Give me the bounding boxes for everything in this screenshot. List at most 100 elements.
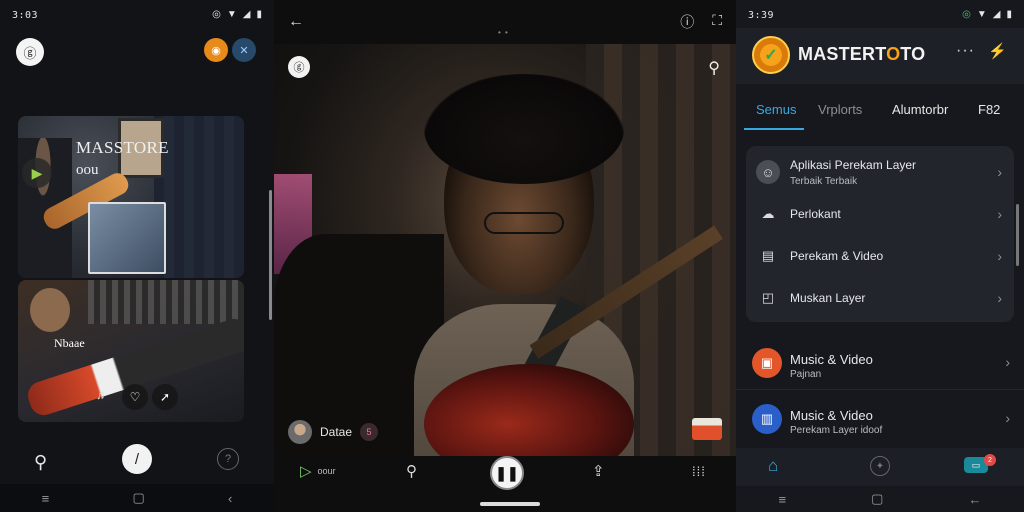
back-icon[interactable]: ‹ bbox=[228, 491, 232, 506]
home-button-icon[interactable]: ▢ bbox=[871, 491, 883, 507]
notification-icon: ◎ bbox=[212, 9, 221, 20]
search-icon[interactable]: ⚲ bbox=[406, 462, 417, 480]
wifi-icon: ▼ bbox=[976, 9, 987, 20]
music-note-icon: ♫ bbox=[96, 388, 105, 402]
wifi-icon: ▼ bbox=[226, 9, 237, 20]
menu-icon[interactable]: ≡ bbox=[779, 492, 787, 507]
tab-3[interactable]: Alumtorbr bbox=[892, 102, 948, 117]
like-icon[interactable]: ♡ bbox=[122, 384, 148, 410]
nav-item-label: oour bbox=[317, 466, 336, 476]
battery-icon: ▮ bbox=[1006, 9, 1012, 20]
status-bar: 3:39 ◎ ▼ ◢ ▮ bbox=[736, 0, 1024, 30]
user-icon[interactable]: ⚲ bbox=[34, 452, 47, 473]
chevron-right-icon: › bbox=[997, 206, 1002, 222]
chevron-right-icon: › bbox=[1005, 354, 1010, 370]
document-icon: ▤ bbox=[761, 248, 775, 263]
amp-box bbox=[692, 418, 722, 440]
back-arrow-icon[interactable]: ← bbox=[288, 13, 304, 31]
list-item-label: Music & Video bbox=[790, 352, 873, 367]
search-icon[interactable]: ⚲ bbox=[708, 58, 720, 78]
app-header: ✓ MASTERTOTO ··· ⚡ bbox=[736, 28, 1024, 84]
right-screen: 3:39 ◎ ▼ ◢ ▮ ✓ MASTERTOTO ··· ⚡ Semus Vr… bbox=[736, 0, 1024, 512]
menu-card: ☺ Aplikasi Perekam Layer Terbaik Terbaik… bbox=[746, 146, 1014, 322]
back-icon[interactable]: ← bbox=[968, 492, 981, 507]
scrollbar[interactable] bbox=[1016, 204, 1019, 266]
status-time: 3:03 bbox=[12, 9, 39, 21]
list-item[interactable]: ▣ Music & Video Pajnan › bbox=[736, 336, 1024, 390]
system-nav: ≡ ▢ ← bbox=[736, 486, 1024, 512]
glasses bbox=[484, 212, 564, 234]
more-icon[interactable]: ··· bbox=[956, 42, 975, 60]
tab-4[interactable]: F82 bbox=[978, 102, 1000, 117]
left-screen: 3:03 ◎ ▼ ◢ ▮ ⓖ ◉ ✕ ▶ MASSTORE oou Nbaae … bbox=[0, 0, 274, 512]
list-item-sub: Perekam Layer idoof bbox=[790, 425, 883, 436]
menu-item-label: Perlokant bbox=[790, 207, 841, 221]
card-subtitle: oou bbox=[76, 162, 99, 178]
notification-badge: 2 bbox=[984, 454, 996, 466]
menu-item-label: Muskan Layer bbox=[790, 291, 866, 305]
battery-icon: ▮ bbox=[256, 9, 262, 20]
nav-item-discover[interactable]: ▷ oour bbox=[300, 462, 336, 480]
menu-item-label: Aplikasi Perekam Layer bbox=[790, 158, 917, 172]
app-logo-icon[interactable]: ⓖ bbox=[288, 56, 310, 78]
chevron-right-icon: › bbox=[997, 290, 1002, 306]
mixer-board bbox=[88, 280, 244, 324]
video-icon: ▣ bbox=[752, 348, 782, 378]
avatar bbox=[288, 420, 312, 444]
person-face bbox=[30, 288, 70, 332]
chevron-right-icon: › bbox=[997, 248, 1002, 264]
grid-icon[interactable]: ⁞⁞⁞ bbox=[692, 464, 706, 479]
secondary-card[interactable]: Nbaae ♫ ♡ ➚ bbox=[18, 280, 244, 422]
app-title-part: MASTERT bbox=[798, 44, 887, 64]
main-photo bbox=[274, 44, 736, 456]
book-icon: ▥ bbox=[752, 404, 782, 434]
pause-button[interactable]: ❚❚ bbox=[490, 456, 524, 490]
card-title: MASSTORE bbox=[76, 138, 169, 157]
app-title-accent: O bbox=[886, 44, 901, 64]
featured-card[interactable]: ▶ MASSTORE oou bbox=[18, 116, 244, 278]
share-icon[interactable]: ➚ bbox=[152, 384, 178, 410]
menu-icon[interactable]: ≡ bbox=[42, 491, 50, 506]
signal-icon: ◢ bbox=[242, 9, 251, 20]
status-time: 3:39 bbox=[748, 9, 775, 21]
fullscreen-icon[interactable]: ⛶ bbox=[712, 12, 722, 32]
chevron-right-icon: › bbox=[997, 164, 1002, 180]
bottom-nav: ⌂ ✦ ▭ 2 bbox=[736, 448, 1024, 486]
bolt-icon[interactable]: ⚡ bbox=[988, 42, 1007, 60]
app-title-part: TO bbox=[900, 44, 926, 64]
cloud-icon: ☁ bbox=[761, 206, 775, 221]
info-icon[interactable]: ⓘ bbox=[680, 12, 694, 32]
play-outline-icon: ▷ bbox=[300, 463, 312, 480]
menu-item[interactable]: ☁ Perlokant › bbox=[746, 194, 1014, 234]
bottom-nav: ▷ oour ⚲ ❚❚ ⇪ ⁞⁞⁞ bbox=[274, 456, 736, 512]
home-icon[interactable]: ▢ bbox=[132, 490, 144, 506]
notification-icon: ◎ bbox=[962, 9, 971, 20]
help-icon[interactable]: ? bbox=[217, 448, 239, 470]
top-bar: ← • • ⓘ ⛶ bbox=[274, 0, 736, 44]
brand-logo-icon[interactable]: ✓ bbox=[752, 36, 790, 74]
app-title: MASTERTOTO bbox=[798, 44, 925, 65]
author-badge[interactable]: Datae 5 bbox=[288, 420, 379, 444]
app-logo-icon[interactable]: ⓖ bbox=[16, 38, 44, 66]
compose-icon[interactable]: / bbox=[122, 444, 152, 474]
shuffle-icon[interactable]: ✕ bbox=[232, 38, 256, 62]
inset-photo bbox=[88, 202, 166, 274]
signal-icon: ◢ bbox=[992, 9, 1001, 20]
page-dots: • • bbox=[498, 28, 509, 37]
play-icon[interactable]: ▶ bbox=[22, 158, 52, 188]
scrollbar[interactable] bbox=[269, 190, 272, 320]
tab-2[interactable]: Vrplorts bbox=[818, 102, 862, 117]
tab-bar: Semus Vrplorts Alumtorbr F82 bbox=[736, 92, 1024, 130]
tab-1[interactable]: Semus bbox=[756, 102, 796, 117]
profile-icon[interactable]: ◉ bbox=[204, 38, 228, 62]
menu-item[interactable]: ☺ Aplikasi Perekam Layer Terbaik Terbaik… bbox=[746, 152, 1014, 192]
home-icon[interactable]: ⌂ bbox=[768, 456, 778, 476]
menu-item-sub: Terbaik Terbaik bbox=[790, 176, 858, 187]
share-icon[interactable]: ⇪ bbox=[592, 462, 605, 480]
list-item[interactable]: ▥ Music & Video Perekam Layer idoof › bbox=[736, 392, 1024, 446]
active-tab-indicator bbox=[744, 128, 804, 130]
home-indicator[interactable] bbox=[480, 502, 540, 506]
menu-item[interactable]: ▤ Perekam & Video › bbox=[746, 236, 1014, 276]
menu-item[interactable]: ◰ Muskan Layer › bbox=[746, 278, 1014, 318]
explore-icon[interactable]: ✦ bbox=[870, 456, 890, 476]
